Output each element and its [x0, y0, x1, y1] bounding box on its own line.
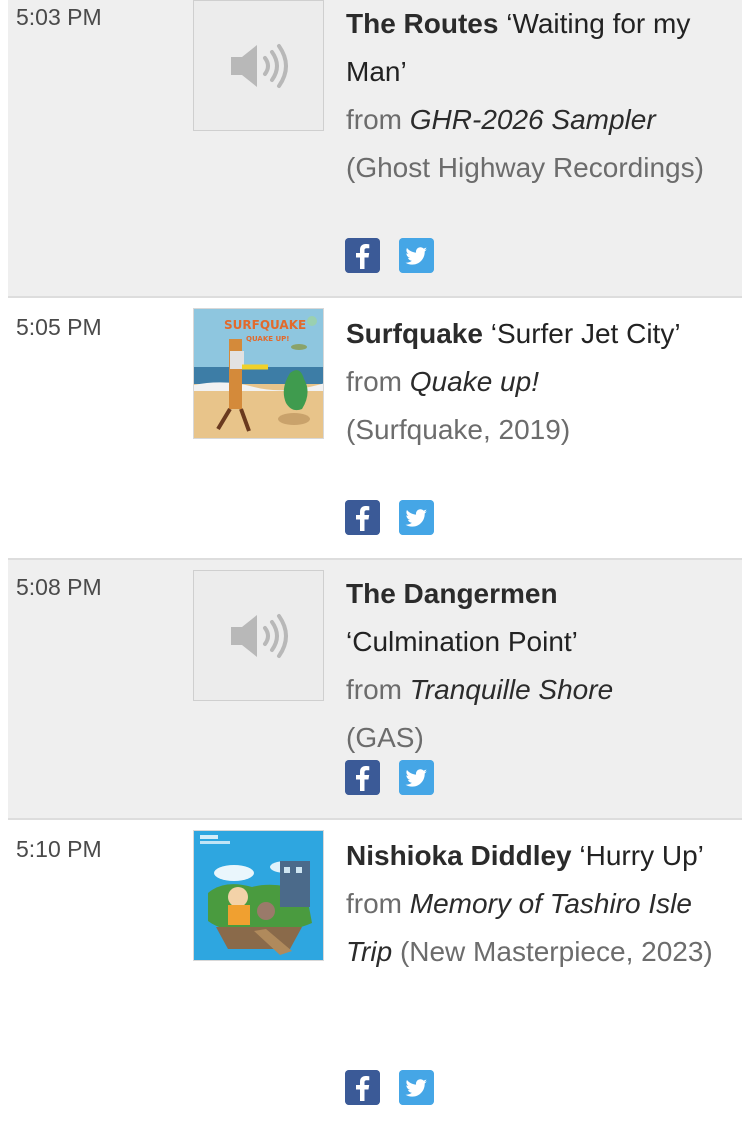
artist-name[interactable]: Nishioka Diddley	[346, 840, 572, 871]
track-info: Nishioka Diddley ‘Hurry Up’ from Memory …	[346, 832, 730, 976]
speaker-icon	[230, 613, 288, 658]
cover-title: SURFQUAKE	[224, 318, 306, 332]
track-info: Surfquake ‘Surfer Jet City’ from Quake u…	[346, 310, 730, 454]
playlist-entry: 5:10 PM Nishioka Diddley ‘Hurry Up’ from…	[8, 820, 742, 1125]
twitter-icon[interactable]	[399, 1070, 434, 1105]
facebook-icon[interactable]	[345, 760, 380, 795]
album-art-placeholder	[193, 0, 324, 131]
track-title: ‘Hurry Up’	[579, 840, 704, 871]
track-info: The Dangermen ‘Culmination Point’ from T…	[346, 570, 730, 762]
artist-name[interactable]: Surfquake	[346, 318, 483, 349]
tashiro-isle-cover-art	[194, 831, 323, 960]
artist-name[interactable]: The Routes	[346, 8, 498, 39]
track-title: ‘Culmination Point’	[346, 626, 578, 657]
album-cover[interactable]: SURFQUAKE QUAKE UP!	[193, 308, 324, 439]
share-buttons	[345, 760, 434, 795]
from-label: from	[346, 104, 402, 135]
track-info: The Routes ‘Waiting for my Man’ from GHR…	[346, 0, 730, 192]
album-cover[interactable]	[193, 830, 324, 961]
speaker-icon	[230, 43, 288, 88]
from-label: from	[346, 366, 402, 397]
album-art-placeholder	[193, 570, 324, 701]
facebook-icon[interactable]	[345, 500, 380, 535]
record-label: (GAS)	[346, 722, 424, 753]
surfquake-cover-art: SURFQUAKE QUAKE UP!	[194, 309, 323, 438]
record-label: (Ghost Highway Recordings)	[346, 152, 704, 183]
track-title: ‘Surfer Jet City’	[490, 318, 681, 349]
twitter-icon[interactable]	[399, 760, 434, 795]
playlist: 5:03 PM The Routes ‘Waiting for my Man’ …	[0, 0, 750, 1125]
album-title[interactable]: Quake up!	[410, 366, 539, 397]
share-buttons	[345, 500, 434, 535]
play-time: 5:03 PM	[16, 4, 102, 30]
playlist-entry: 5:08 PM The Dangermen ‘Culmination Point…	[8, 560, 742, 818]
share-buttons	[345, 1070, 434, 1105]
share-buttons	[345, 238, 434, 273]
playlist-entry: 5:05 PM SURFQUAKE QUAKE UP! Surfquake ‘S…	[8, 298, 742, 558]
facebook-icon[interactable]	[345, 238, 380, 273]
play-time: 5:05 PM	[16, 314, 102, 340]
record-label: (New Masterpiece, 2023)	[399, 936, 713, 967]
play-time: 5:10 PM	[16, 836, 102, 862]
twitter-icon[interactable]	[399, 500, 434, 535]
play-time: 5:08 PM	[16, 574, 102, 600]
artist-name[interactable]: The Dangermen	[346, 578, 558, 609]
album-title[interactable]: Tranquille Shore	[410, 674, 613, 705]
record-label: (Surfquake, 2019)	[346, 414, 571, 445]
from-label: from	[346, 674, 402, 705]
facebook-icon[interactable]	[345, 1070, 380, 1105]
playlist-entry: 5:03 PM The Routes ‘Waiting for my Man’ …	[8, 0, 742, 296]
from-label: from	[346, 888, 402, 919]
cover-subtitle: QUAKE UP!	[246, 335, 290, 343]
album-title[interactable]: GHR-2026 Sampler	[410, 104, 656, 135]
twitter-icon[interactable]	[399, 238, 434, 273]
